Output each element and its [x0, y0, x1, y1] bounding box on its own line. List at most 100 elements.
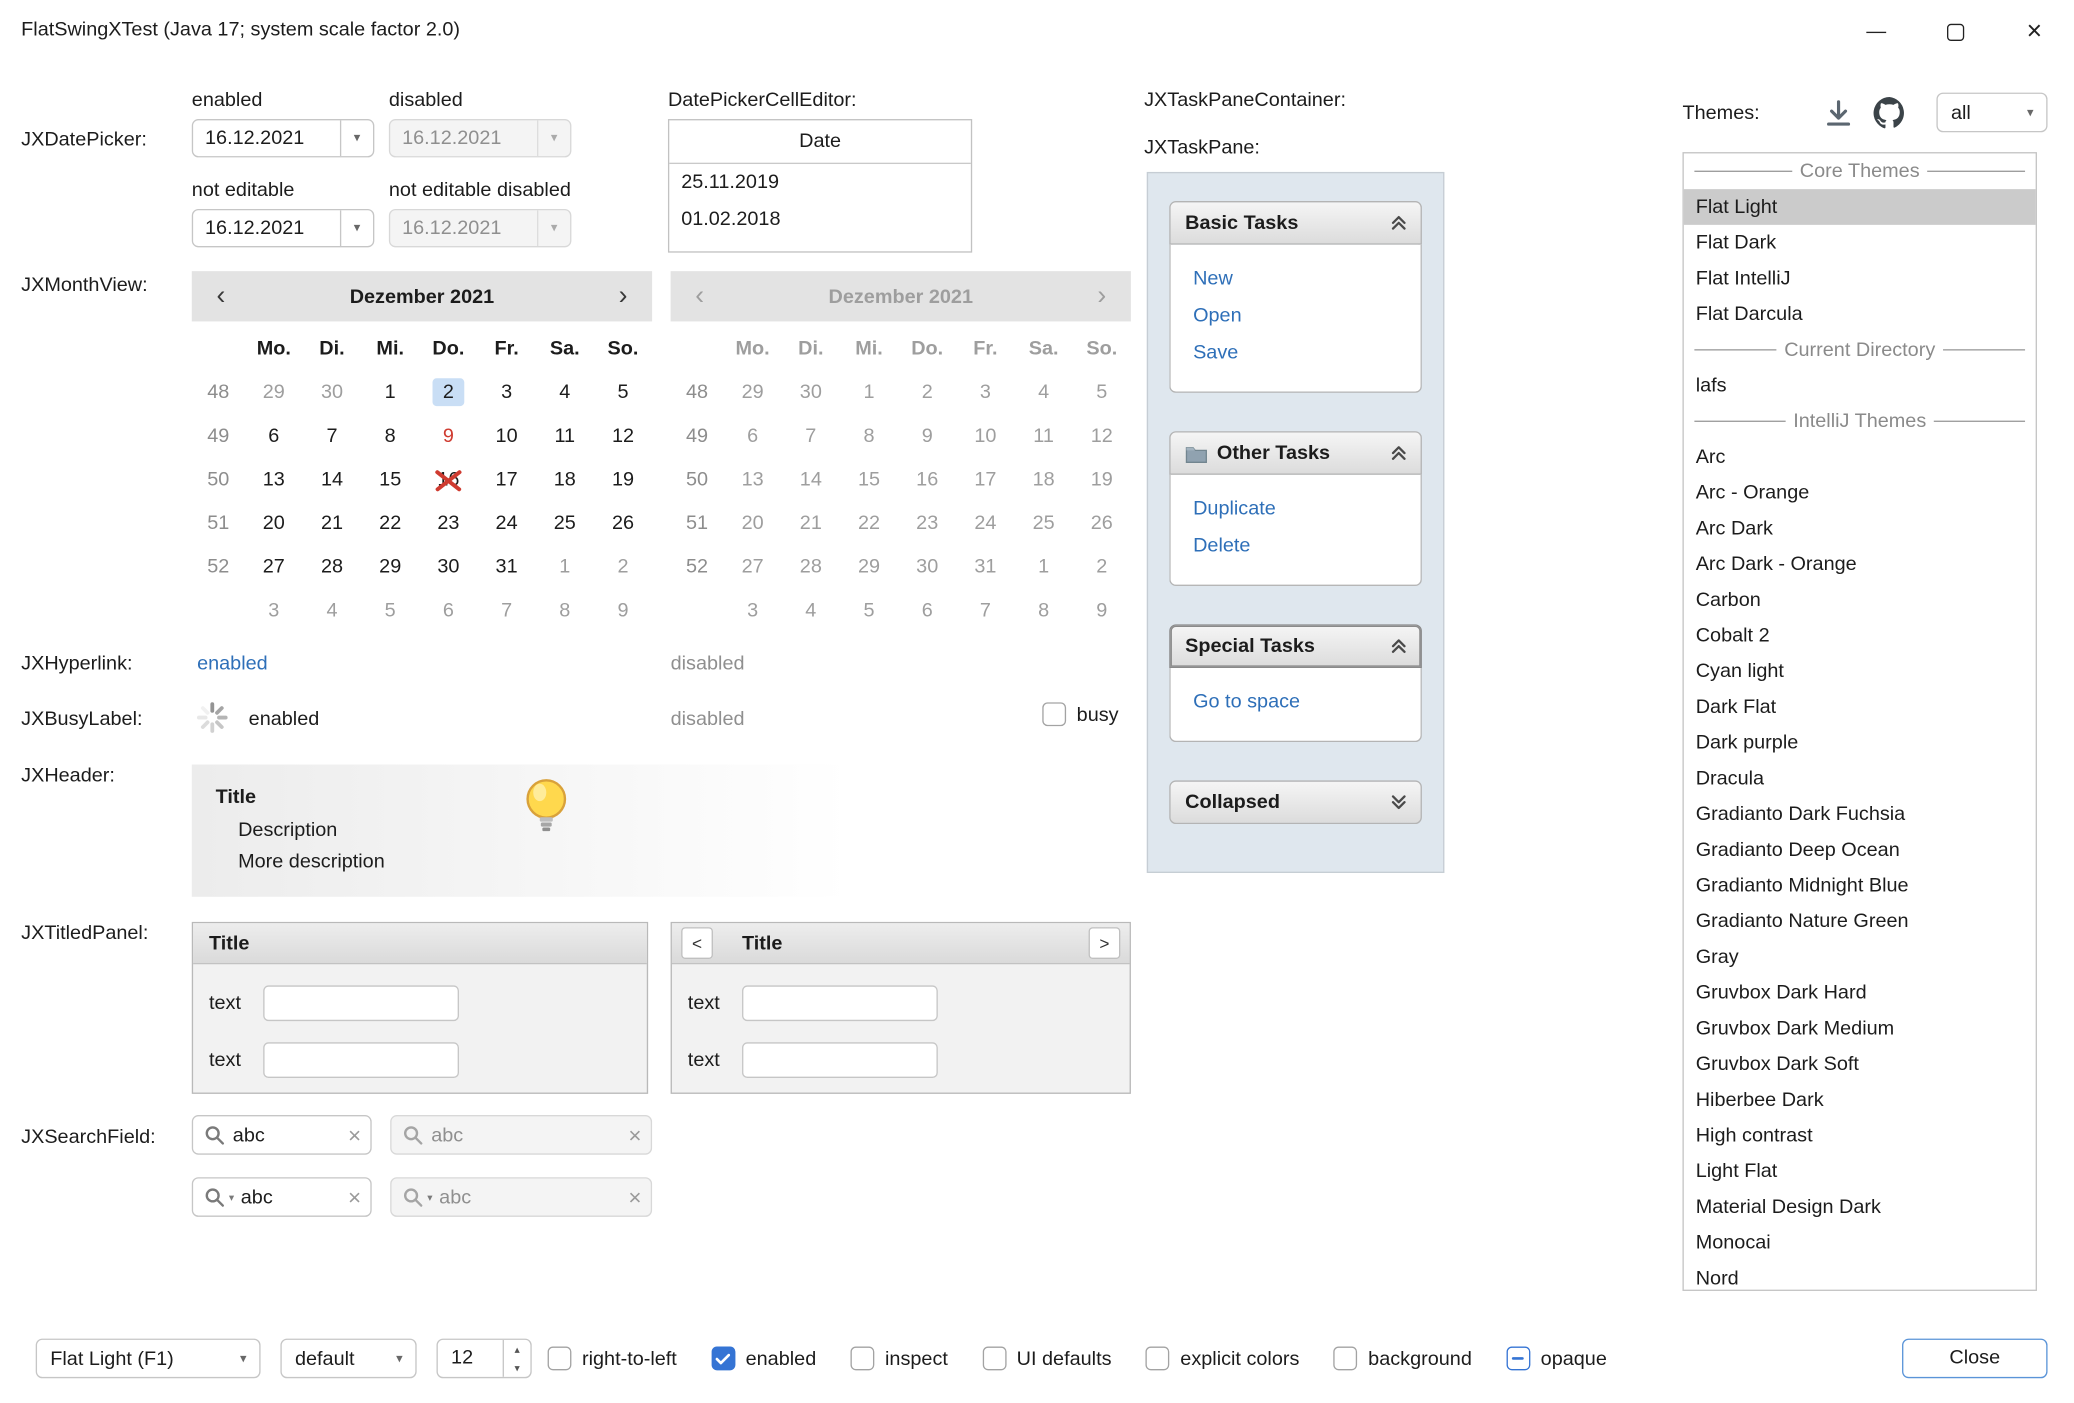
- day-cell-selected[interactable]: 2: [419, 370, 477, 414]
- text-input[interactable]: [742, 985, 938, 1021]
- checkbox-right-to-left[interactable]: right-to-left: [548, 1347, 677, 1371]
- day-cell[interactable]: 19: [594, 458, 652, 502]
- day-cell[interactable]: 30: [303, 370, 361, 414]
- theme-item-nord[interactable]: Nord: [1684, 1261, 2036, 1291]
- day-cell-flagged[interactable]: 16: [419, 458, 477, 502]
- taskpane-header-collapsed[interactable]: Collapsed: [1169, 780, 1422, 824]
- day-cell[interactable]: 31: [477, 545, 535, 589]
- day-cell[interactable]: 13: [245, 458, 303, 502]
- taskpane-action-save[interactable]: Save: [1193, 335, 1421, 372]
- day-cell[interactable]: 8: [361, 414, 419, 458]
- day-cell[interactable]: 21: [303, 501, 361, 545]
- theme-item-gradianto-nature-green[interactable]: Gradianto Nature Green: [1684, 903, 2036, 939]
- clear-icon[interactable]: ×: [348, 1186, 361, 1208]
- spinner-down-icon[interactable]: ▾: [504, 1358, 530, 1377]
- search-input[interactable]: abc: [241, 1186, 342, 1208]
- day-cell[interactable]: 11: [536, 414, 594, 458]
- collapse-chevron-icon[interactable]: [1390, 444, 1407, 461]
- font-size-spinner[interactable]: 12 ▴ ▾: [436, 1339, 531, 1379]
- font-combo[interactable]: default ▾: [280, 1339, 416, 1379]
- day-cell[interactable]: 17: [477, 458, 535, 502]
- checkbox-box[interactable]: [548, 1347, 572, 1371]
- taskpane-action-open[interactable]: Open: [1193, 298, 1421, 335]
- collapse-chevron-icon[interactable]: [1390, 214, 1407, 231]
- day-cell[interactable]: 24: [477, 501, 535, 545]
- checkbox-box[interactable]: [1042, 702, 1066, 726]
- day-cell[interactable]: 29: [245, 370, 303, 414]
- checkbox-busy[interactable]: busy: [1042, 702, 1118, 726]
- date-table-row[interactable]: 01.02.2018: [669, 201, 971, 238]
- download-icon[interactable]: [1823, 98, 1855, 130]
- theme-item-gradianto-midnight-blue[interactable]: Gradianto Midnight Blue: [1684, 868, 2036, 904]
- day-cell[interactable]: 5: [594, 370, 652, 414]
- theme-item-cyan-light[interactable]: Cyan light: [1684, 653, 2036, 689]
- day-cell[interactable]: 26: [594, 501, 652, 545]
- checkbox-ui-defaults[interactable]: UI defaults: [982, 1347, 1111, 1371]
- day-cell[interactable]: 3: [245, 589, 303, 633]
- theme-item-arc-dark-orange[interactable]: Arc Dark - Orange: [1684, 546, 2036, 582]
- day-cell[interactable]: 14: [303, 458, 361, 502]
- searchfield-dropdown-enabled[interactable]: ▾ abc ×: [192, 1177, 372, 1217]
- theme-item-arc-dark[interactable]: Arc Dark: [1684, 511, 2036, 547]
- day-cell[interactable]: 1: [536, 545, 594, 589]
- chevron-down-icon[interactable]: ▾: [229, 1191, 234, 1203]
- theme-item-monocai[interactable]: Monocai: [1684, 1225, 2036, 1261]
- day-cell[interactable]: 4: [303, 589, 361, 633]
- taskpane-action-go-to-space[interactable]: Go to space: [1193, 684, 1421, 721]
- day-cell[interactable]: 12: [594, 414, 652, 458]
- day-cell[interactable]: 22: [361, 501, 419, 545]
- checkbox-box[interactable]: [982, 1347, 1006, 1371]
- day-cell[interactable]: 3: [477, 370, 535, 414]
- theme-item-arc[interactable]: Arc: [1684, 439, 2036, 475]
- theme-item-gradianto-deep-ocean[interactable]: Gradianto Deep Ocean: [1684, 832, 2036, 868]
- taskpane-header-special-tasks[interactable]: Special Tasks: [1169, 624, 1422, 668]
- theme-item-gruvbox-dark-hard[interactable]: Gruvbox Dark Hard: [1684, 975, 2036, 1011]
- theme-item-carbon[interactable]: Carbon: [1684, 582, 2036, 618]
- checkbox-box[interactable]: [1146, 1347, 1170, 1371]
- checkbox-box[interactable]: [1506, 1347, 1530, 1371]
- day-cell[interactable]: 6: [419, 589, 477, 633]
- day-cell[interactable]: 20: [245, 501, 303, 545]
- theme-item-arc-orange[interactable]: Arc - Orange: [1684, 475, 2036, 511]
- day-cell[interactable]: 9: [594, 589, 652, 633]
- text-input[interactable]: [263, 1042, 459, 1078]
- checkbox-box[interactable]: [711, 1347, 735, 1371]
- checkbox-box[interactable]: [1334, 1347, 1358, 1371]
- day-cell[interactable]: 7: [477, 589, 535, 633]
- theme-item-cobalt-2[interactable]: Cobalt 2: [1684, 618, 2036, 654]
- hyperlink-enabled[interactable]: enabled: [197, 652, 268, 674]
- spinner-value[interactable]: 12: [438, 1340, 503, 1377]
- day-cell[interactable]: 28: [303, 545, 361, 589]
- day-cell[interactable]: 27: [245, 545, 303, 589]
- themes-filter-combo[interactable]: all ▾: [1936, 93, 2047, 133]
- checkbox-opaque[interactable]: opaque: [1506, 1347, 1607, 1371]
- minimize-button[interactable]: [1836, 0, 1915, 63]
- theme-item-flat-darcula[interactable]: Flat Darcula: [1684, 296, 2036, 332]
- theme-item-light-flat[interactable]: Light Flat: [1684, 1153, 2036, 1189]
- chevron-down-icon[interactable]: ▾: [340, 210, 373, 246]
- taskpane-action-delete[interactable]: Delete: [1193, 528, 1421, 565]
- theme-item-flat-light[interactable]: Flat Light: [1684, 189, 2036, 225]
- expand-chevron-icon[interactable]: [1390, 794, 1407, 811]
- theme-item-dracula[interactable]: Dracula: [1684, 761, 2036, 797]
- theme-item-gradianto-dark-fuchsia[interactable]: Gradianto Dark Fuchsia: [1684, 796, 2036, 832]
- theme-item-dark-purple[interactable]: Dark purple: [1684, 725, 2036, 761]
- search-input[interactable]: abc: [233, 1124, 342, 1146]
- theme-item-hiberbee-dark[interactable]: Hiberbee Dark: [1684, 1082, 2036, 1118]
- taskpane-header-basic-tasks[interactable]: Basic Tasks: [1169, 201, 1422, 245]
- datepicker-not-editable[interactable]: 16.12.2021 ▾: [192, 209, 375, 247]
- theme-item-gruvbox-dark-soft[interactable]: Gruvbox Dark Soft: [1684, 1046, 2036, 1082]
- day-cell[interactable]: 25: [536, 501, 594, 545]
- datepicker-value[interactable]: 16.12.2021: [193, 120, 340, 156]
- chevron-down-icon[interactable]: ▾: [340, 120, 373, 156]
- theme-item-material-design-dark[interactable]: Material Design Dark: [1684, 1189, 2036, 1225]
- taskpane-header-other-tasks[interactable]: Other Tasks: [1169, 431, 1422, 475]
- theme-item-lafs[interactable]: lafs: [1684, 368, 2036, 404]
- day-cell[interactable]: 4: [536, 370, 594, 414]
- day-cell[interactable]: 10: [477, 414, 535, 458]
- spinner-up-icon[interactable]: ▴: [504, 1340, 530, 1359]
- taskpane-action-duplicate[interactable]: Duplicate: [1193, 491, 1421, 528]
- day-cell[interactable]: 2: [594, 545, 652, 589]
- close-window-button[interactable]: ×: [1995, 0, 2074, 63]
- search-icon[interactable]: [204, 1124, 226, 1146]
